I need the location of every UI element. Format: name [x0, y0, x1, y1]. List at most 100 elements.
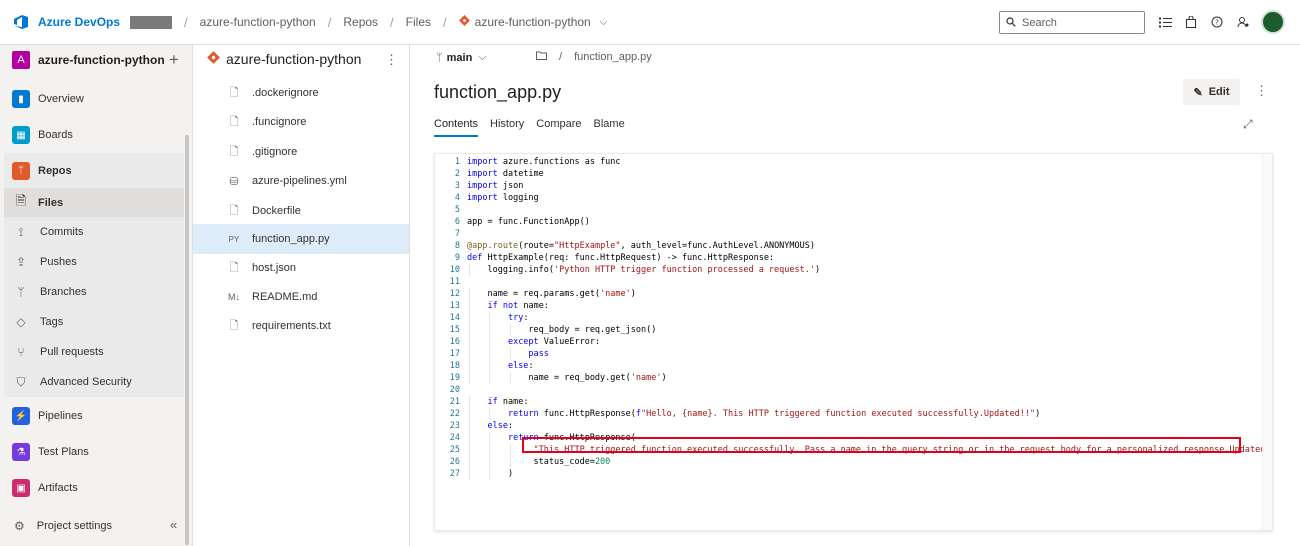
- folder-icon[interactable]: [536, 51, 547, 63]
- file-item[interactable]: 🗋 Dockerfile: [193, 196, 409, 226]
- search-input[interactable]: [1022, 16, 1132, 29]
- code-editor[interactable]: 1 import azure.functions as func 2 import d…: [434, 153, 1273, 531]
- line-number: 19: [449, 373, 460, 383]
- file-item[interactable]: 🗋 .funcignore: [193, 107, 409, 137]
- project-header[interactable]: A azure-function-python: [0, 45, 192, 75]
- indent-guide: [469, 360, 470, 372]
- nav-item-pull-requests[interactable]: ⑂ Pull requests: [4, 337, 184, 367]
- breadcrumb-repo-selector[interactable]: azure-function-python ⌵: [458, 15, 608, 29]
- breadcrumb-project[interactable]: azure-function-python: [200, 15, 316, 29]
- code-text: pass: [528, 349, 549, 359]
- line-number: 11: [449, 277, 460, 287]
- repos-icon: ᛘ: [12, 161, 30, 180]
- tab-history[interactable]: History: [490, 118, 524, 137]
- file-item[interactable]: 🗋 .gitignore: [193, 137, 409, 167]
- indent-guide: [469, 288, 470, 300]
- tab-compare[interactable]: Compare: [536, 118, 581, 137]
- nav-item-label: Repos: [38, 164, 72, 177]
- breadcrumb-separator: /: [327, 14, 332, 30]
- file-item[interactable]: 🗋 .dockerignore: [193, 78, 409, 108]
- nav-item-overview[interactable]: ▮ Overview: [4, 89, 184, 109]
- python-icon: PY: [228, 234, 240, 244]
- breadcrumb-repo-name: azure-function-python: [474, 15, 591, 29]
- breadcrumb-files[interactable]: Files: [406, 15, 431, 29]
- file-item-selected[interactable]: PY function_app.py: [193, 224, 409, 254]
- overview-icon: ▮: [12, 90, 30, 108]
- tab-contents[interactable]: Contents: [434, 118, 479, 137]
- file-item[interactable]: 🗋 requirements.txt: [193, 311, 409, 341]
- nav-item-label: Files: [38, 196, 64, 209]
- nav-item-advanced-security[interactable]: ⛉ Advanced Security: [4, 367, 184, 397]
- brand-link[interactable]: Azure DevOps: [38, 15, 120, 29]
- artifacts-icon: ▣: [12, 479, 30, 497]
- shield-icon: ⛉: [16, 374, 26, 389]
- more-options-icon[interactable]: ⋮: [1255, 83, 1268, 99]
- nav-item-commits[interactable]: ⟟ Commits: [4, 217, 184, 247]
- more-options-icon[interactable]: ⋮: [385, 52, 398, 68]
- project-settings-label: Project settings: [36, 520, 112, 532]
- avatar[interactable]: [1261, 10, 1285, 34]
- file-item[interactable]: M↓ README.md: [193, 282, 409, 312]
- nav-item-label: Commits: [40, 226, 84, 238]
- breadcrumb-separator: /: [390, 14, 394, 30]
- indent-guide: [469, 372, 470, 384]
- file-icon: 🗋: [229, 319, 239, 332]
- breadcrumb-repos[interactable]: Repos: [343, 15, 378, 29]
- nav-item-files[interactable]: 🗎 Files: [4, 188, 184, 217]
- tab-blame[interactable]: Blame: [594, 118, 625, 137]
- indent-guide: [509, 372, 511, 384]
- nav-item-pushes[interactable]: ⇪ Pushes: [4, 247, 184, 277]
- collapse-nav-icon[interactable]: «: [170, 517, 177, 532]
- line-number: 25: [449, 445, 460, 455]
- nav-item-tags[interactable]: ◇ Tags: [4, 307, 184, 337]
- line-number: 23: [449, 421, 460, 431]
- file-item[interactable]: ⛁ azure-pipelines.yml: [193, 166, 409, 196]
- repo-selector[interactable]: azure-function-python: [207, 51, 361, 67]
- shopping-bag-icon[interactable]: [1184, 12, 1198, 32]
- azure-devops-logo-icon[interactable]: [12, 13, 30, 31]
- branch-selector[interactable]: ᛘ main ⌵: [436, 51, 487, 64]
- code-text: app = func.FunctionApp(): [467, 217, 590, 227]
- editor-scrollbar[interactable]: [1262, 154, 1272, 530]
- user-settings-icon[interactable]: [1236, 12, 1250, 32]
- nav-item-label: Overview: [38, 93, 84, 105]
- line-number: 22: [449, 409, 460, 419]
- indent-guide: [489, 468, 491, 480]
- line-number: 6: [454, 217, 460, 227]
- branches-icon: ᛘ: [17, 285, 25, 299]
- code-text: import json: [467, 181, 524, 191]
- line-number: 5: [454, 205, 460, 215]
- files-icon: 🗎: [15, 192, 27, 208]
- top-bar: Azure DevOps / azure-function-python / R…: [0, 0, 1300, 45]
- path-file-name[interactable]: function_app.py: [574, 51, 652, 63]
- line-number: 20: [449, 385, 460, 395]
- file-item[interactable]: 🗋 host.json: [193, 253, 409, 283]
- search-box[interactable]: [999, 11, 1145, 34]
- chevron-down-icon: ⌵: [599, 16, 608, 28]
- file-name: .dockerignore: [252, 87, 319, 99]
- project-settings-link[interactable]: ⚙ Project settings: [4, 514, 184, 538]
- edit-button[interactable]: ✎ Edit: [1183, 79, 1240, 105]
- highlight-annotation-box: [522, 437, 1241, 453]
- nav-item-label: Branches: [40, 286, 87, 298]
- file-name: requirements.txt: [252, 320, 331, 332]
- nav-item-pipelines[interactable]: ⚡ Pipelines: [4, 406, 184, 426]
- nav-item-boards[interactable]: ▦ Boards: [4, 125, 184, 145]
- branch-icon: ᛘ: [436, 51, 443, 64]
- nav-item-test-plans[interactable]: ⚗ Test Plans: [4, 442, 184, 462]
- add-icon[interactable]: +: [169, 50, 179, 70]
- nav-item-branches[interactable]: ᛘ Branches: [4, 277, 184, 307]
- project-badge: A: [12, 51, 30, 69]
- organization-name-redacted[interactable]: [130, 15, 173, 29]
- breadcrumb-separator: /: [443, 14, 447, 30]
- code-text: name = req.params.get('name'): [467, 289, 636, 299]
- code-line: 23 else:: [435, 420, 1265, 432]
- nav-scrollbar[interactable]: [185, 135, 189, 545]
- nav-item-artifacts[interactable]: ▣ Artifacts: [4, 478, 184, 498]
- nav-item-repos[interactable]: ᛘ Repos: [4, 153, 184, 188]
- help-icon[interactable]: ?: [1210, 12, 1224, 32]
- line-number: 14: [449, 313, 460, 323]
- expand-icon[interactable]: ⤢: [1243, 117, 1253, 132]
- nav-item-label: Pull requests: [40, 346, 104, 358]
- task-list-icon[interactable]: [1158, 12, 1172, 32]
